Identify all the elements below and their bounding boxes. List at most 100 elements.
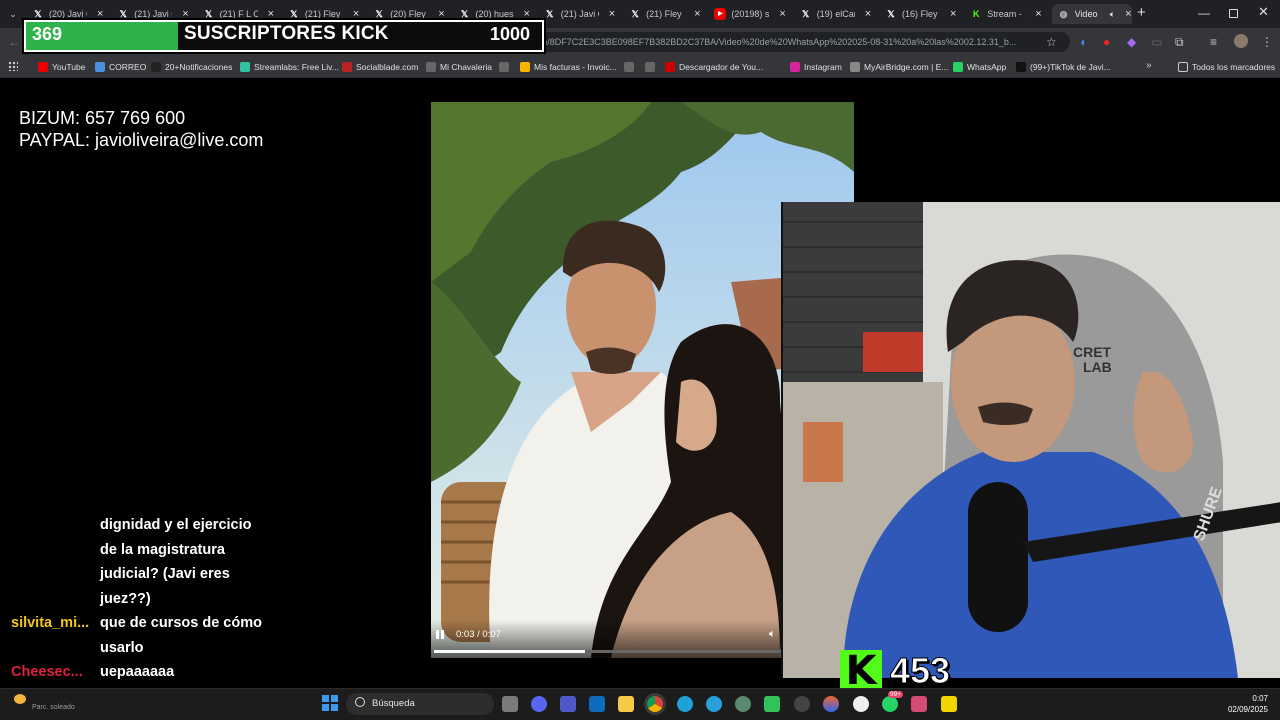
bookmark-8[interactable]: Mis facturas - Invoic... [520,58,617,76]
media-controls-icon[interactable]: ≡ [1210,33,1217,51]
close-tab-icon[interactable]: × [779,8,785,20]
pause-icon[interactable] [436,630,446,640]
x-icon: 𝕏 [375,9,383,19]
svg-text:LAB: LAB [1083,359,1112,375]
close-tab-icon[interactable]: × [268,8,274,20]
kick-viewer-count: 453 [889,650,951,692]
tab-8[interactable]: 𝕏 (21) Fley e × [625,4,703,24]
tab-audio-icon[interactable]: 🔈︎ [1110,9,1115,20]
all-bookmarks-link[interactable]: Todos los marcadores [1178,58,1275,76]
telegram-icon[interactable] [706,696,722,712]
chat-username[interactable]: silvita_mi... [11,611,89,635]
kick-icon: K [973,9,980,19]
tab-12[interactable]: K Stream - K × [966,4,1044,24]
tab-11[interactable]: 𝕏 (16) Fley e × [881,4,959,24]
restore-icon[interactable] [1229,9,1238,18]
bookmark-favicon-icon [38,62,48,72]
close-tab-icon[interactable]: × [353,8,359,20]
streamlabs-icon[interactable] [764,696,780,712]
bookmark-2[interactable]: CORREO [95,58,146,76]
teams-icon[interactable] [560,696,576,712]
extension-blue-icon[interactable]: ◖ [1079,33,1086,51]
bookmark-14[interactable]: WhatsApp [953,58,1006,76]
app-icon-colored[interactable] [823,696,839,712]
bookmark-favicon-icon [95,62,105,72]
close-tab-icon[interactable]: × [438,8,444,20]
tab-search-chevron-icon[interactable]: ⌄ [6,6,20,22]
extensions-puzzle-icon[interactable]: ⧉ [1175,33,1184,51]
discord-icon[interactable] [531,696,547,712]
notification-badge: 99+ [888,691,904,698]
snipping-icon[interactable] [911,696,927,712]
system-clock[interactable]: 0:07 02/09/2025 [1200,693,1268,715]
extension-grey-icon[interactable]: ▭ [1151,33,1162,51]
bookmark-star-icon[interactable]: ☆ [1046,33,1057,51]
bookmark-favicon-icon [624,62,634,72]
extension-red-icon[interactable]: ● [1103,33,1110,51]
close-tab-icon[interactable]: × [1035,8,1041,20]
globe-icon: ◍ [1059,9,1068,19]
extension-purple-icon[interactable]: ◆ [1127,33,1136,51]
close-tab-icon[interactable]: × [1125,8,1131,20]
close-tab-icon[interactable]: × [97,8,103,20]
youtube-icon: ▶ [714,8,727,20]
subscriber-goal-target: 1000 [490,24,531,44]
donation-info: BIZUM: 657 769 600 PAYPAL: javioliveira@… [19,107,263,151]
taskbar-search[interactable]: Búsqueda [346,693,494,715]
chat-message: de la magistratura [100,541,225,558]
sticky-notes-icon[interactable] [941,696,957,712]
tab-10[interactable]: 𝕏 (19) elCam × [796,4,874,24]
bookmark-3[interactable]: 20+Notificaciones [151,58,232,76]
bookmarks-overflow-icon[interactable]: » [1146,60,1152,71]
bookmark-13[interactable]: MyAirBridge.com | E... [850,58,948,76]
task-view-icon[interactable] [502,696,518,712]
bookmark-1[interactable]: YouTube [38,58,85,76]
bookmark-favicon-icon [953,62,963,72]
bookmark-11[interactable]: Descargador de You... [665,58,763,76]
bookmark-6[interactable]: Mi Chavaleria [426,58,492,76]
close-tab-icon[interactable]: × [182,8,188,20]
profile-avatar[interactable] [1234,34,1248,48]
edge-icon[interactable] [677,696,693,712]
chrome-icon[interactable] [647,696,663,712]
bookmark-9[interactable] [624,58,638,76]
menu-kebab-icon[interactable]: ⋮ [1261,33,1273,51]
close-tab-icon[interactable]: × [865,8,871,20]
chat-message: uepaaaaaa [100,664,175,680]
tab-7[interactable]: 𝕏 (21) Javi O × [540,4,618,24]
bookmark-5[interactable]: Socialblade.com [342,58,418,76]
bookmark-10[interactable] [645,58,659,76]
tab-13[interactable]: ◍ Video 🔈︎ × [1051,4,1132,24]
bookmark-favicon-icon [850,62,860,72]
bookmark-15[interactable]: (99+)TikTok de Javi... [1016,58,1111,76]
chat-username[interactable]: Cheesec... [11,660,83,684]
close-tab-icon[interactable]: × [524,8,530,20]
close-window-icon[interactable]: ✕ [1258,4,1269,20]
weather-text: Parc. soleado [32,704,75,711]
settings-app-icon[interactable] [794,696,810,712]
obs-icon[interactable] [853,696,869,712]
close-tab-icon[interactable]: × [950,8,956,20]
start-windows-icon[interactable] [322,695,338,711]
volume-icon[interactable]: 🔈︎ [769,628,776,641]
file-explorer-icon[interactable] [618,696,634,712]
tab-title: (21) Javi O [560,9,599,19]
weather-icon[interactable] [14,694,26,704]
new-tab-button[interactable]: + [1137,5,1146,21]
bookmark-4[interactable]: Streamlabs: Free Liv... [240,58,339,76]
close-tab-icon[interactable]: × [694,8,700,20]
browser-globe-icon[interactable] [735,696,751,712]
tab-9[interactable]: ▶ (20198) sh × [710,4,788,24]
minimize-icon[interactable]: — [1198,6,1210,20]
bookmark-label: WhatsApp [967,62,1007,72]
outlook-icon[interactable] [589,696,605,712]
chat-message: que de cursos de cómo [100,615,262,631]
bookmark-12[interactable]: Instagram [790,58,842,76]
close-tab-icon[interactable]: × [609,8,615,20]
back-icon[interactable]: ← [8,33,20,51]
whatsapp-icon[interactable] [882,696,898,712]
bookmark-7[interactable] [499,58,513,76]
apps-grid-icon[interactable] [8,61,18,71]
bookmark-label: Descargador de You... [679,62,764,72]
bookmark-favicon-icon [151,62,161,72]
